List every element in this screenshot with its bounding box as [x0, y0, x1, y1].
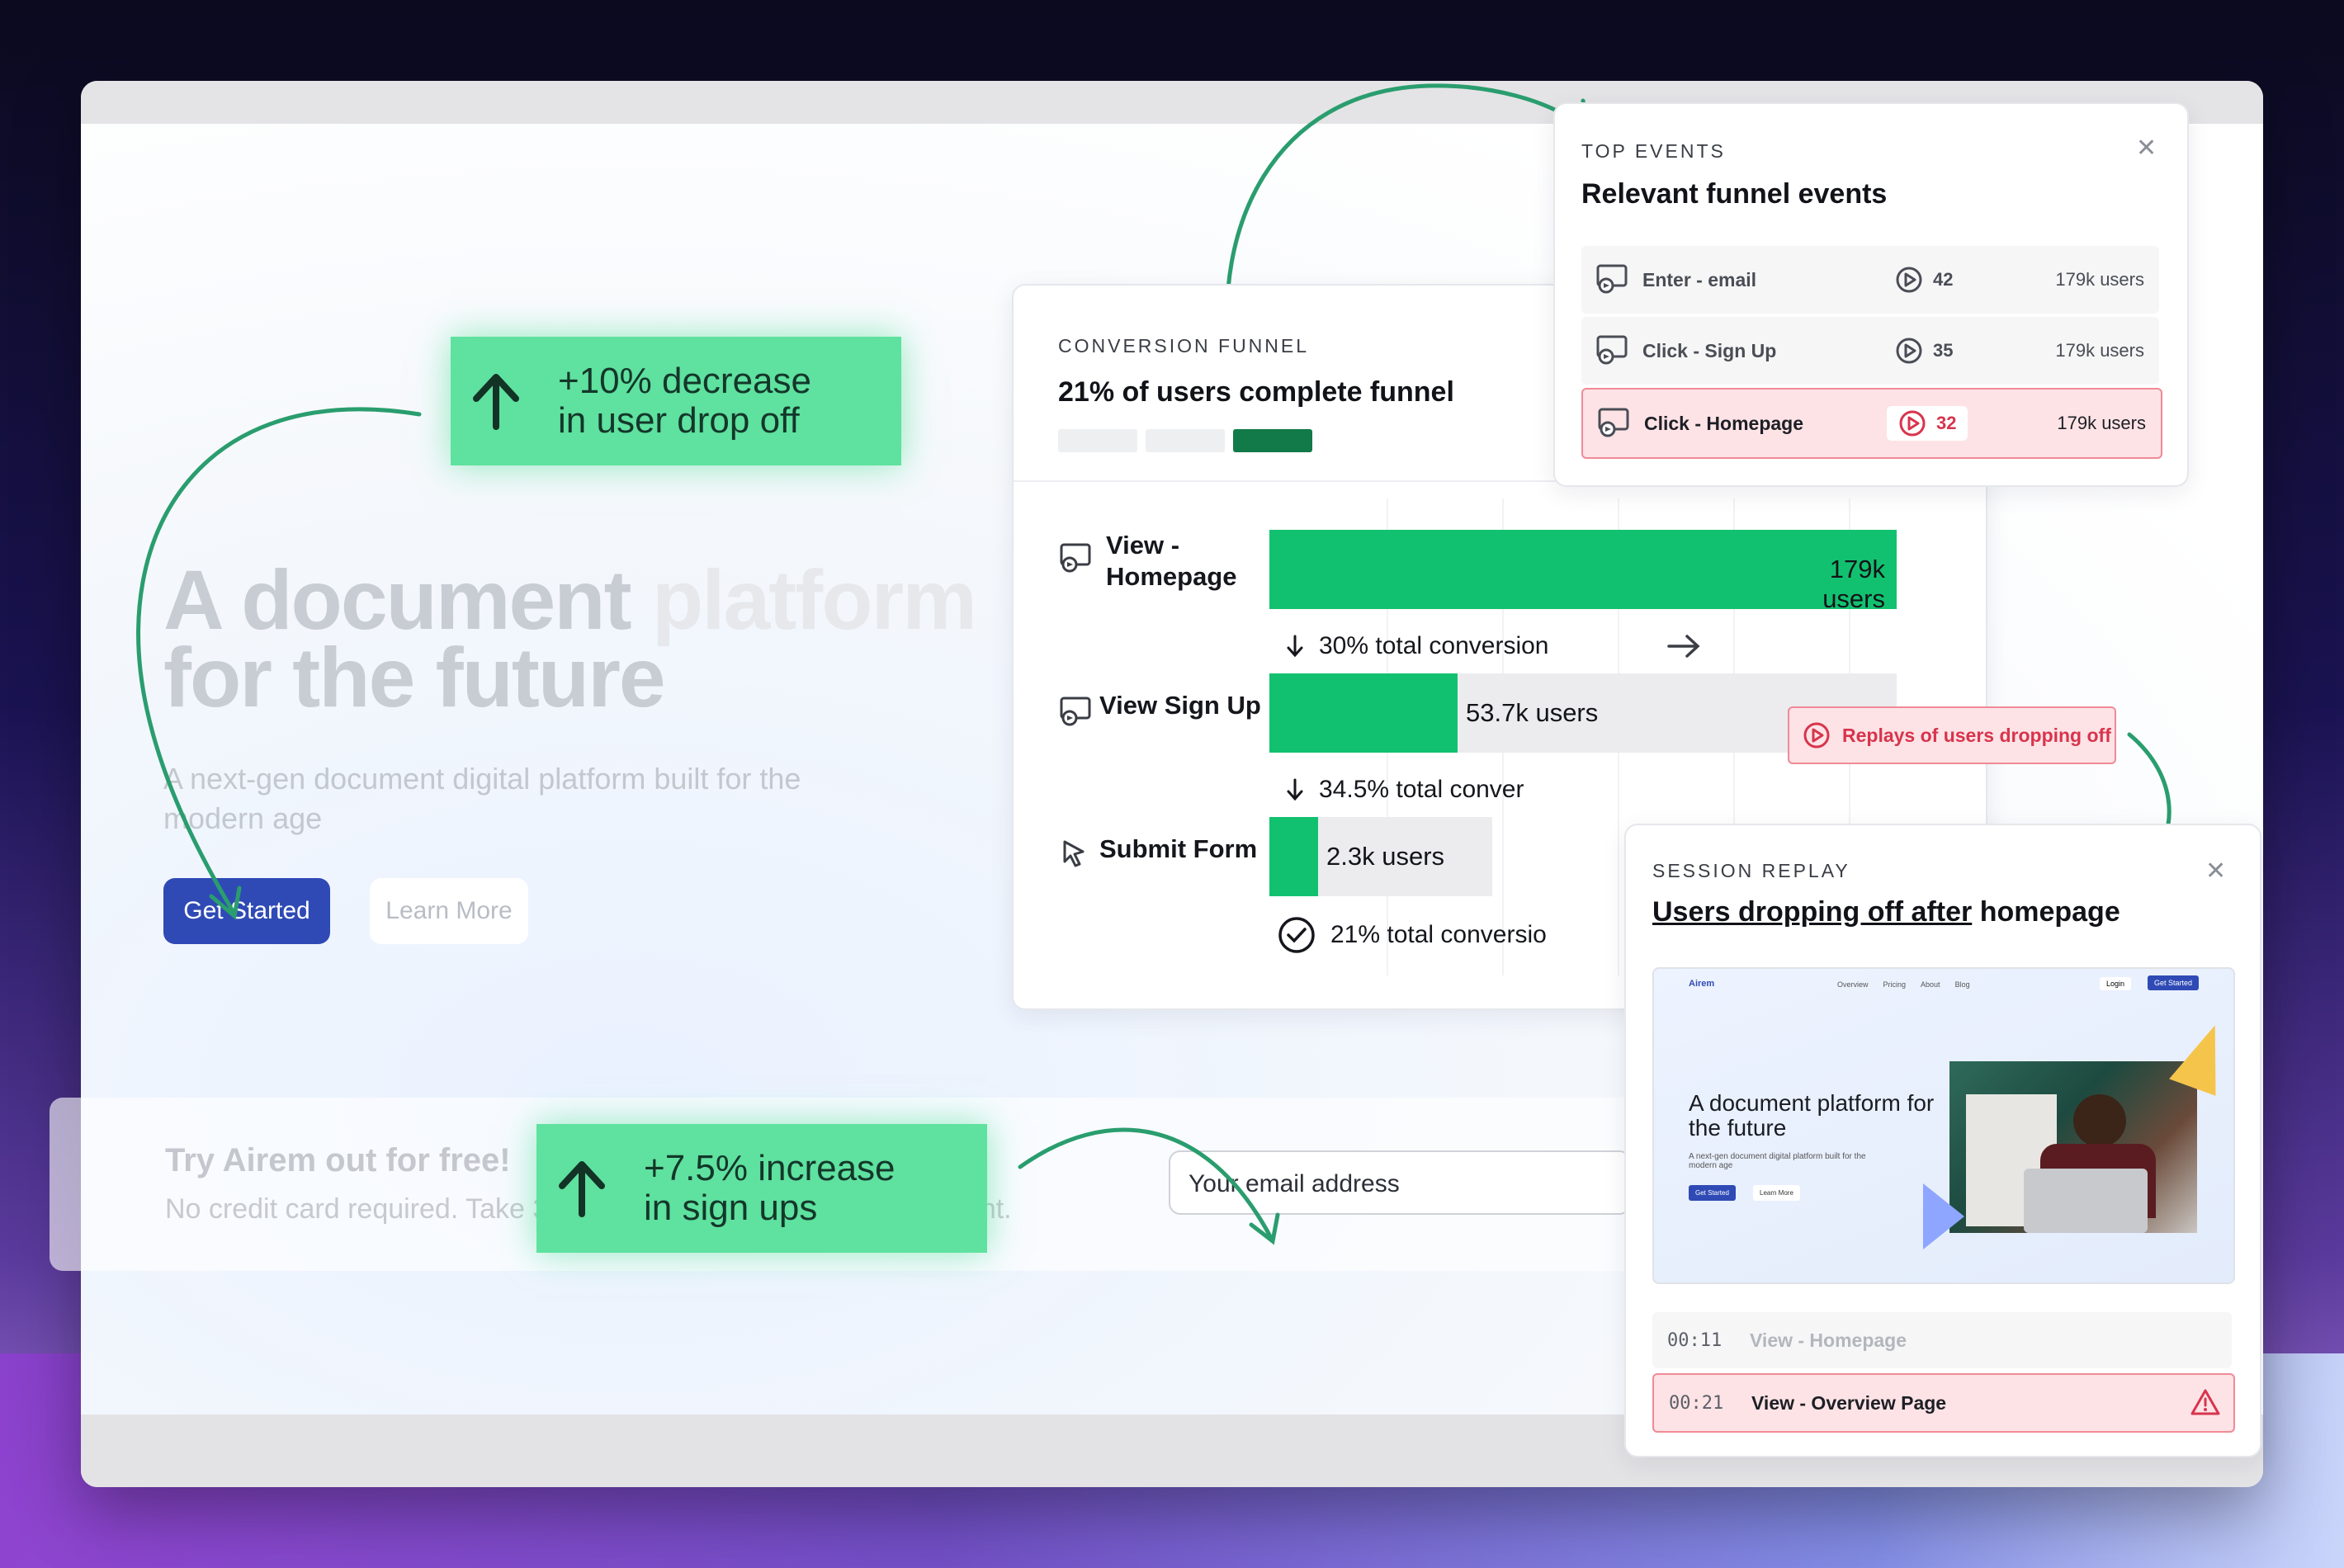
preview-headline: A document platform for the future	[1689, 1090, 1935, 1141]
preview-login: Login	[2100, 977, 2132, 990]
hero-subtitle: A next-gen document digital platform bui…	[163, 762, 801, 835]
event-label: Click - Sign Up	[1642, 339, 1777, 361]
arrow-down-icon	[1287, 635, 1303, 658]
bar-value-submit-form: 2.3k users	[1326, 842, 1445, 871]
close-icon[interactable]: ✕	[2205, 857, 2226, 886]
preview-nav-item: About	[1921, 980, 1940, 989]
replay-button-label: Replays of users dropping off	[1842, 724, 2111, 746]
step-label-submit-form: Submit Form	[1099, 834, 1258, 863]
top-events-card: TOP EVENTS Relevant funnel events ✕ Ente…	[1553, 102, 2189, 487]
photo-person-head	[2073, 1094, 2126, 1147]
preview-nav-item: Overview	[1837, 980, 1869, 989]
preview-btn1: Get Started	[1689, 1185, 1736, 1201]
preview-nav-item: Pricing	[1883, 980, 1907, 989]
sign-ups-badge-text: +7.5% increase in sign ups	[644, 1148, 896, 1228]
step-label-view-sign-up: View Sign Up	[1099, 691, 1261, 720]
close-icon[interactable]: ✕	[2136, 134, 2157, 163]
conversion-1: 30% total conversion	[1286, 632, 1549, 660]
funnel-headline: 21% of users complete funnel	[1058, 376, 1454, 408]
warning-icon	[2190, 1389, 2220, 1415]
step-label-view-homepage: View - Homepage	[1106, 531, 1237, 591]
top-events-title: Relevant funnel events	[1581, 178, 1888, 210]
event-users: 179k users	[2055, 340, 2144, 361]
timeline-label: View - Homepage	[1750, 1329, 1907, 1351]
replay-icon	[1596, 335, 1628, 365]
email-input[interactable]: Your email address	[1169, 1150, 1631, 1215]
replay-icon	[1058, 541, 1094, 579]
bar-submit-form[interactable]	[1269, 817, 1318, 896]
timeline-row-active[interactable]: 00:21 View - Overview Page	[1652, 1373, 2235, 1433]
play-circle-icon	[1899, 410, 1926, 437]
event-row-enter-email[interactable]: Enter - email 42 179k users	[1581, 246, 2159, 314]
play-circle-icon	[1896, 338, 1922, 364]
arrow-right-icon	[1667, 635, 1700, 658]
preview-sub: A next-gen document digital platform bui…	[1689, 1152, 1866, 1170]
timeline-time: 00:11	[1667, 1329, 1723, 1351]
timeline-row[interactable]: 00:11 View - Homepage	[1652, 1312, 2232, 1368]
event-count: 32	[1887, 406, 1968, 441]
funnel-caption: CONVERSION FUNNEL	[1058, 335, 1310, 357]
event-label: Enter - email	[1642, 268, 1757, 290]
replay-icon	[1598, 408, 1629, 437]
session-caption: SESSION REPLAY	[1652, 860, 1850, 881]
replay-icon	[1596, 264, 1628, 294]
session-preview[interactable]: Airem Overview Pricing About Blog Login …	[1652, 967, 2235, 1284]
event-count: 42	[1895, 266, 1953, 294]
drop-off-badge-text: +10% decrease in user drop off	[558, 361, 811, 441]
preview-nav-item: Blog	[1954, 980, 1970, 989]
replays-dropping-off-button[interactable]: Replays of users dropping off	[1788, 706, 2116, 764]
preview-btn2: Learn More	[1753, 1185, 1800, 1201]
get-started-button[interactable]: Get Started	[163, 878, 330, 944]
preview-nav: Overview Pricing About Blog	[1837, 980, 1970, 989]
progress-segment	[1146, 429, 1225, 452]
event-label: Click - Homepage	[1644, 412, 1803, 434]
top-events-caption: TOP EVENTS	[1581, 140, 1726, 162]
arrow-down-icon	[1287, 778, 1303, 801]
preview-hero-photo	[1949, 1061, 2197, 1233]
play-circle-icon	[1803, 722, 1830, 749]
event-row-click-sign-up[interactable]: Click - Sign Up 35 179k users	[1581, 317, 2159, 385]
conversion-2: 34.5% total conver	[1286, 776, 1524, 804]
cursor-icon	[1058, 837, 1091, 874]
session-title: Users dropping off after homepage	[1652, 896, 2120, 928]
sign-ups-badge: +7.5% increase in sign ups	[536, 1124, 987, 1253]
hero-title: A document platform for the future	[163, 553, 977, 725]
preview-cta: Get Started	[2148, 975, 2200, 990]
session-replay-card: SESSION REPLAY Users dropping off after …	[1624, 824, 2261, 1457]
event-users: 179k users	[2055, 269, 2144, 290]
arrow-up-icon	[536, 1159, 627, 1217]
timeline-label: View - Overview Page	[1751, 1391, 1947, 1414]
event-row-click-homepage[interactable]: Click - Homepage 32 179k users	[1581, 388, 2162, 459]
event-count: 35	[1895, 337, 1953, 365]
bar-value-view-homepage: 179k users	[1822, 555, 1885, 613]
event-users: 179k users	[2057, 413, 2146, 433]
bar-value-view-sign-up: 53.7k users	[1466, 698, 1599, 727]
drop-off-badge: +10% decrease in user drop off	[451, 337, 901, 465]
bar-view-sign-up[interactable]	[1269, 673, 1458, 753]
arrow-up-icon	[451, 372, 541, 430]
conversion-3: 21% total conversio	[1278, 916, 1547, 954]
play-circle-icon	[1896, 267, 1922, 293]
replay-icon	[1058, 695, 1094, 732]
preview-play-shape	[1923, 1183, 1964, 1249]
learn-more-button[interactable]: Learn More	[370, 878, 528, 944]
preview-logo: Airem	[1689, 979, 1715, 989]
timeline-time: 00:21	[1669, 1392, 1724, 1414]
progress-segment	[1058, 429, 1137, 452]
photo-laptop	[2024, 1169, 2148, 1233]
progress-segment-active	[1233, 429, 1312, 452]
check-circle-icon	[1278, 917, 1315, 953]
trial-title: Try Airem out for free!	[165, 1142, 511, 1178]
